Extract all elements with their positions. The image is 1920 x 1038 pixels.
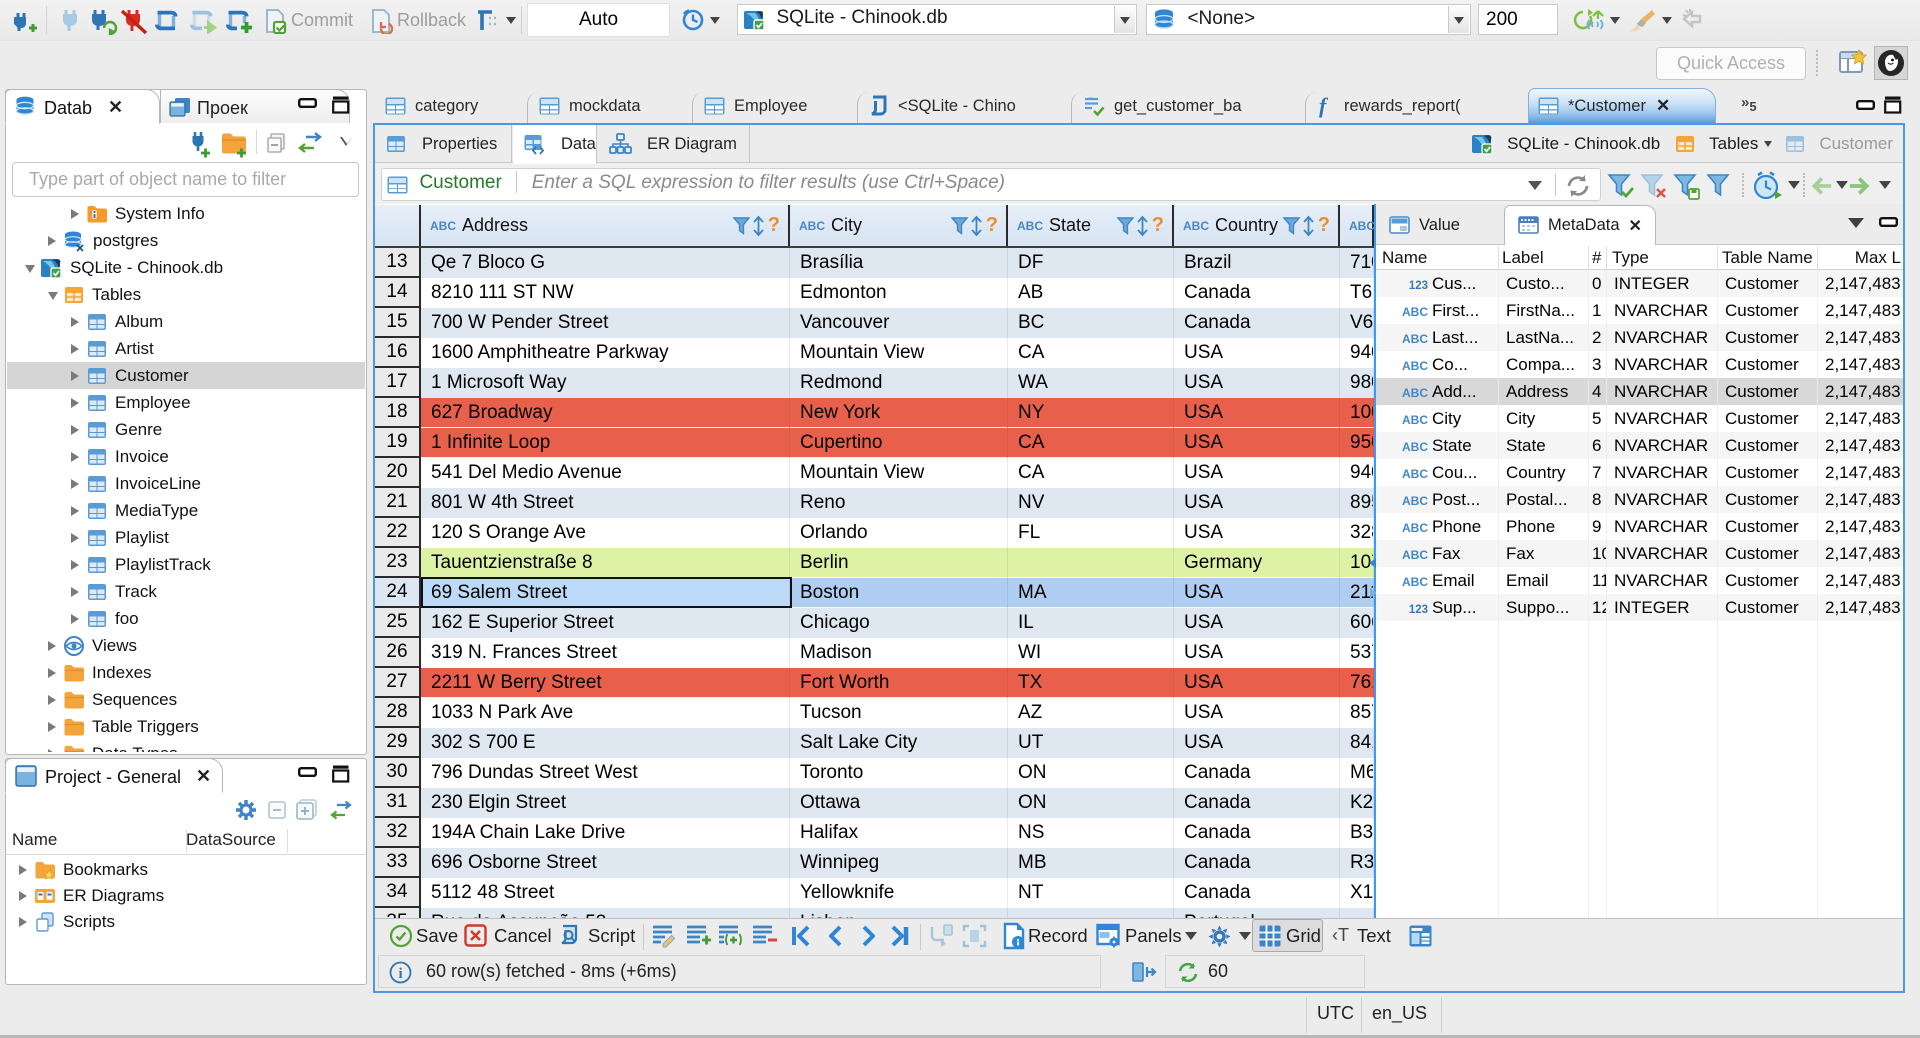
svg-text:i: i (399, 966, 403, 982)
svg-text:f: f (1319, 94, 1329, 118)
